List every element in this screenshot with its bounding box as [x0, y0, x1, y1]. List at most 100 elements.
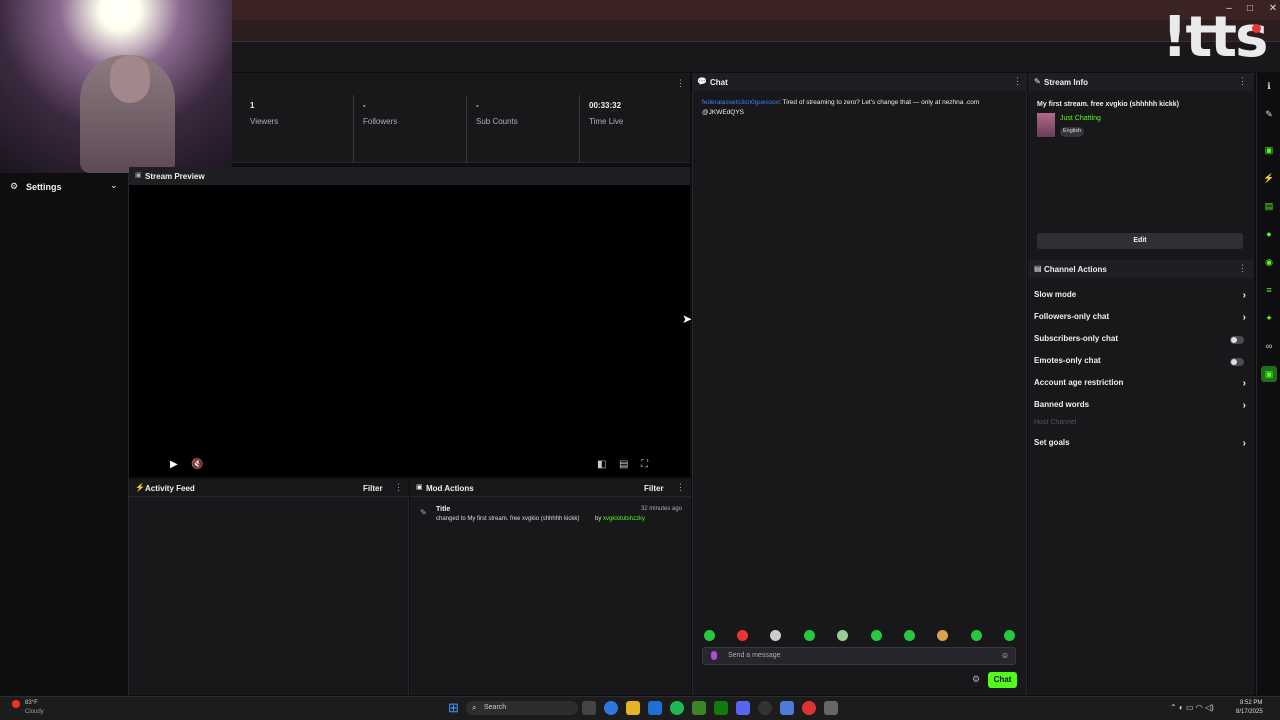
emote-icon[interactable] [937, 630, 948, 641]
lightning-icon: ⚡ [135, 483, 145, 492]
mod-entry-text: changed to My first stream. free xvgkio … [436, 516, 580, 522]
taskbar-search[interactable]: ⌕ Search [466, 701, 578, 715]
emoji-icon[interactable]: ☺ [1001, 651, 1009, 660]
system-tray-icons[interactable]: ⌃ ◐ ▭ ◠ ◁) [1170, 703, 1214, 712]
spotify-icon[interactable] [670, 701, 684, 715]
chrome-icon[interactable] [802, 701, 816, 715]
search-placeholder: Search [484, 704, 507, 711]
chevron-down-icon: ⌄ [110, 180, 118, 190]
sidebar-item-label: Settings [26, 182, 62, 192]
more-options-icon[interactable]: ⋮ [676, 78, 685, 89]
pencil-icon: ✎ [1034, 77, 1041, 86]
emotes-only-toggle[interactable] [1230, 358, 1244, 366]
stat-viewers: 1 Viewers [242, 95, 354, 163]
dashboard-icon[interactable]: ▣ [1263, 144, 1275, 156]
chat-input[interactable]: Send a message ☺ [702, 647, 1016, 665]
language-badge: English [1060, 127, 1085, 137]
action-slow-mode[interactable]: Slow mode › [1034, 290, 1248, 304]
edge-browser-icon[interactable] [604, 701, 618, 715]
chat-send-button[interactable]: Chat [988, 672, 1017, 688]
more-options-icon[interactable]: ⋮ [676, 482, 685, 493]
windows-start-icon[interactable]: ⊞ [448, 701, 459, 715]
action-set-goals[interactable]: Set goals › [1034, 438, 1248, 452]
action-followers-only[interactable]: Followers-only chat › [1034, 312, 1248, 326]
mouse-cursor: ➤ [682, 312, 693, 326]
emote-icon[interactable] [737, 630, 748, 641]
mod-entry-user[interactable]: xvgkiotutshzzky [603, 516, 645, 522]
fullscreen-icon[interactable]: ⛶ [641, 459, 648, 470]
mute-button[interactable]: 🔇 [191, 459, 203, 470]
emote-icon[interactable] [770, 630, 781, 641]
chat-header: 💬 Chat ⋮ [692, 73, 1027, 91]
sidebar-item-settings[interactable]: ⚙ Settings ⌄ [0, 178, 129, 196]
stream-title-text: My first stream. free xvgkio (shhhhh kic… [1037, 101, 1179, 108]
info-icon[interactable]: ℹ [1263, 80, 1275, 92]
pencil-icon[interactable]: ✎ [1263, 108, 1275, 120]
weather-desc: Cloudy [25, 709, 44, 715]
obs-icon[interactable] [758, 701, 772, 715]
activity-filter-button[interactable]: Filter [363, 484, 383, 493]
stream-preview-title: Stream Preview [145, 172, 205, 181]
video-icon: ▣ [135, 172, 142, 179]
emote-icon[interactable] [971, 630, 982, 641]
outlook-icon[interactable] [648, 701, 662, 715]
category-link[interactable]: Just Chatting [1060, 115, 1101, 122]
emote-icon[interactable] [804, 630, 815, 641]
more-options-icon[interactable]: ⋮ [1238, 76, 1247, 87]
activity-feed-title: Activity Feed [145, 484, 195, 493]
minecraft-icon[interactable] [692, 701, 706, 715]
chat-message-user[interactable]: federalassets3cn0guessov [702, 99, 779, 106]
edit-stream-info-button[interactable]: Edit [1037, 233, 1243, 249]
activity-feed-panel [129, 479, 409, 695]
chevron-right-icon: › [1242, 400, 1246, 411]
notes-icon[interactable]: ▤ [1263, 200, 1275, 212]
emote-icon[interactable] [704, 630, 715, 641]
record-indicator-icon [1252, 24, 1261, 33]
theater-mode-icon[interactable]: ◧ [597, 459, 606, 470]
task-view-icon[interactable] [582, 701, 596, 715]
mod-filter-button[interactable]: Filter [644, 484, 664, 493]
emote-icon[interactable] [904, 630, 915, 641]
stat-label: Viewers [250, 117, 279, 126]
chevron-right-icon: › [1242, 378, 1246, 389]
chat-icon[interactable]: ● [1263, 228, 1275, 240]
picture-in-picture-icon[interactable]: ▤ [619, 459, 628, 470]
teams-icon[interactable] [736, 701, 750, 715]
stream-preview-video[interactable] [129, 185, 690, 477]
selected-panel-icon[interactable]: ▣ [1261, 366, 1277, 382]
clock-date: 8/17/2025 [1236, 709, 1263, 715]
play-button[interactable]: ▶ [170, 459, 178, 470]
mod-actions-title: Mod Actions [426, 484, 474, 493]
link-icon[interactable]: ∞ [1263, 340, 1275, 352]
app-icon[interactable] [824, 701, 838, 715]
emote-icon[interactable] [871, 630, 882, 641]
broadcast-icon[interactable]: ◉ [1263, 256, 1275, 268]
clock-time: 8:52 PM [1240, 700, 1263, 706]
action-label: Banned words [1034, 400, 1090, 409]
mod-action-entry: ✎ Title 32 minutes ago changed to My fir… [418, 504, 686, 528]
chevron-right-icon: › [1242, 438, 1246, 449]
emote-icon[interactable] [837, 630, 848, 641]
stream-preview-header: ▣ Stream Preview [129, 167, 690, 185]
file-explorer-icon[interactable] [626, 701, 640, 715]
action-account-age[interactable]: Account age restriction › [1034, 378, 1248, 392]
more-options-icon[interactable]: ⋮ [1013, 76, 1022, 87]
action-emotes-only: Emotes-only chat [1034, 356, 1248, 370]
close-button[interactable]: ✕ [1266, 2, 1280, 16]
stack-icon[interactable]: ≡ [1263, 284, 1275, 296]
webcam-overlay [0, 0, 232, 173]
chat-title: Chat [710, 78, 728, 87]
more-options-icon[interactable]: ⋮ [394, 482, 403, 493]
xbox-icon[interactable] [714, 701, 728, 715]
lightning-icon[interactable]: ⚡ [1263, 172, 1275, 184]
discord-icon[interactable] [780, 701, 794, 715]
wrench-icon[interactable]: ✦ [1263, 312, 1275, 324]
more-options-icon[interactable]: ⋮ [1238, 263, 1247, 274]
action-banned-words[interactable]: Banned words › [1034, 400, 1248, 414]
emote-icon[interactable] [1004, 630, 1015, 641]
channel-actions-title: Channel Actions [1044, 265, 1107, 274]
mod-actions-header: ▣ Mod Actions Filter ⋮ [410, 479, 691, 497]
user-badge-icon [711, 651, 717, 660]
subscribers-only-toggle[interactable] [1230, 336, 1244, 344]
chat-settings-icon[interactable]: ⚙ [972, 674, 980, 685]
